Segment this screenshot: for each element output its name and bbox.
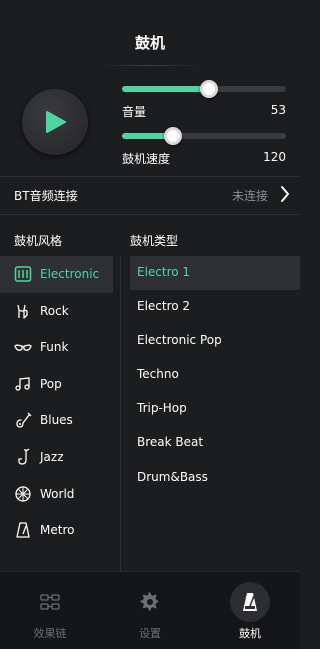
type-item-label: Electro 1	[137, 265, 191, 279]
volume-slider-fill	[122, 86, 209, 92]
style-item-electronic[interactable]: Electronic	[0, 256, 113, 293]
type-item-label: Electronic Pop	[137, 333, 222, 348]
tab-icon-wrap	[30, 582, 70, 622]
bt-audio-row[interactable]: BT音频连接 未连接	[0, 177, 300, 213]
style-item-label: Metro	[40, 523, 75, 538]
type-item-label: Break Beat	[137, 435, 204, 450]
tab-icon-wrap	[230, 582, 270, 622]
volume-slider[interactable]	[122, 80, 286, 98]
style-item-metro[interactable]: Metro	[0, 512, 113, 549]
type-item-label: Electro 2	[137, 299, 191, 314]
header: 鼓机	[0, 0, 300, 70]
bt-status: 未连接	[231, 189, 268, 203]
style-item-label: World	[40, 486, 75, 501]
electronic-icon	[14, 266, 32, 282]
guitar-icon	[16, 412, 32, 429]
type-item[interactable]: Electro 1	[130, 256, 300, 291]
types-heading: 鼓机类型	[130, 234, 179, 248]
chevron-right-icon	[281, 186, 289, 202]
gear-icon	[140, 592, 159, 611]
metronome-icon	[243, 593, 257, 611]
divider	[0, 214, 300, 215]
music-notes-icon	[15, 377, 30, 391]
rock-hand-icon	[17, 304, 28, 319]
volume-value: 53	[270, 103, 286, 117]
styles-heading: 鼓机风格	[14, 234, 63, 248]
style-item-label: Pop	[40, 376, 62, 391]
tempo-label: 鼓机速度	[122, 152, 171, 166]
tab-effects-chain[interactable]: 效果链	[0, 572, 100, 649]
funk-glasses-icon	[14, 344, 32, 352]
style-item-rock[interactable]: Rock	[0, 293, 113, 330]
type-item[interactable]: Electro 2	[130, 290, 300, 324]
styles-list: Electronic Rock Funk Pop Blues Jazz Worl…	[0, 256, 113, 549]
saxophone-icon	[18, 448, 30, 465]
tab-icon-wrap	[130, 582, 170, 622]
volume-label: 音量	[122, 105, 147, 119]
type-item[interactable]: Techno	[130, 358, 300, 392]
style-item-funk[interactable]: Funk	[0, 329, 113, 366]
style-item-label: Funk	[40, 340, 69, 355]
tab-label: 设置	[139, 627, 161, 640]
type-item[interactable]: Trip-Hop	[130, 392, 300, 426]
style-item-jazz[interactable]: Jazz	[0, 439, 113, 476]
tempo-value: 120	[263, 150, 286, 164]
bt-audio-label: BT音频连接	[14, 189, 78, 203]
style-item-world[interactable]: World	[0, 476, 113, 513]
type-item[interactable]: Drum&Bass	[130, 461, 300, 495]
tab-settings[interactable]: 设置	[100, 572, 200, 649]
tab-drum-machine[interactable]: 鼓机	[200, 572, 300, 649]
bottom-tab-bar: 效果链 设置 鼓机	[0, 571, 300, 649]
tempo-slider[interactable]	[122, 127, 286, 145]
type-item-label: Trip-Hop	[137, 401, 187, 416]
style-item-label: Electronic	[40, 267, 100, 281]
type-item-label: Drum&Bass	[137, 469, 208, 484]
style-item-blues[interactable]: Blues	[0, 402, 113, 439]
type-item[interactable]: Electronic Pop	[130, 324, 300, 358]
style-item-pop[interactable]: Pop	[0, 366, 113, 403]
play-icon	[46, 111, 66, 133]
tempo-slider-knob[interactable]	[164, 127, 182, 145]
types-list: Electro 1 Electro 2 Electronic Pop Techn…	[130, 256, 300, 495]
globe-icon	[15, 485, 31, 502]
style-item-label: Rock	[40, 303, 69, 318]
type-item[interactable]: Break Beat	[130, 426, 300, 460]
title-underline	[100, 65, 200, 66]
tab-label: 鼓机	[239, 627, 261, 640]
effects-chain-icon	[40, 594, 60, 610]
volume-slider-knob[interactable]	[200, 80, 218, 98]
column-separator	[120, 256, 121, 571]
tab-label: 效果链	[33, 627, 67, 640]
style-item-label: Blues	[40, 413, 73, 428]
metronome-icon	[16, 522, 30, 538]
style-item-label: Jazz	[40, 449, 64, 464]
page-title: 鼓机	[134, 34, 165, 52]
play-button[interactable]	[22, 89, 88, 155]
type-item-label: Techno	[137, 367, 179, 382]
